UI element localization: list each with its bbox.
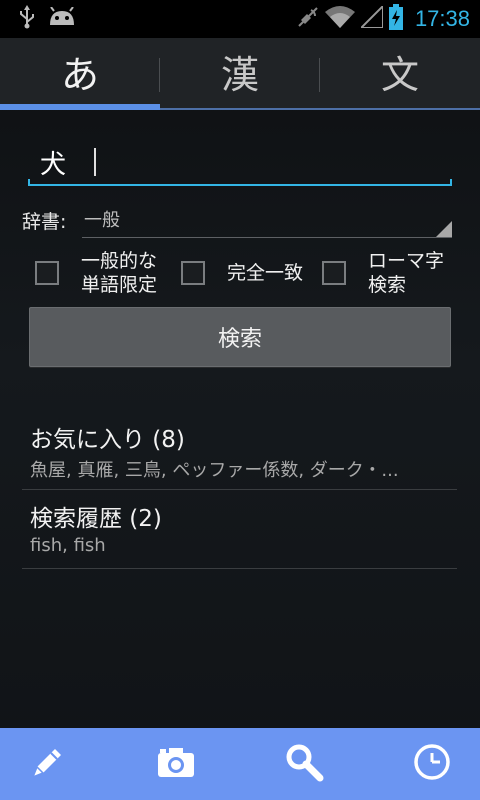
spinner-arrow-icon [436, 221, 452, 237]
dictionary-value: 一般 [84, 210, 120, 231]
camera-button[interactable] [154, 742, 198, 786]
usb-icon [18, 5, 36, 33]
favorites-preview: 魚屋, 真雁, 三鳥, ペッファー係数, ダーク・... [30, 460, 399, 481]
camera-icon [156, 745, 196, 783]
clock-icon [413, 743, 451, 785]
android-icon [48, 6, 76, 31]
tab-kanji[interactable]: 漢 [160, 38, 320, 110]
tab-sentence[interactable]: 文 [320, 38, 480, 110]
tab-indicator [160, 108, 320, 110]
romaji-search-label-line1: ローマ字 [368, 250, 445, 272]
exact-match-label: 完全一致 [227, 262, 304, 284]
bottom-action-bar [0, 728, 480, 800]
common-words-label-line2: 単語限定 [81, 274, 158, 296]
favorites-title: お気に入り (8) [30, 427, 185, 453]
search-icon [284, 742, 324, 786]
tab-indicator [0, 104, 160, 110]
options-row: 一般的な 単語限定 完全一致 ローマ字 検索 [0, 245, 480, 301]
history-title: 検索履歴 (2) [30, 506, 162, 532]
search-field[interactable] [28, 140, 452, 188]
dictionary-row: 辞書: 一般 [22, 202, 452, 238]
handwriting-button[interactable] [26, 742, 70, 786]
mute-icon [297, 6, 319, 32]
tab-label: 漢 [220, 52, 259, 97]
signal-icon [358, 3, 384, 32]
romaji-search-label-line2: 検索 [368, 274, 407, 296]
status-clock: 17:38 [414, 6, 470, 31]
tab-label: あ [60, 52, 99, 97]
common-words-checkbox[interactable] [35, 261, 59, 285]
common-words-label-line1: 一般的な [81, 250, 158, 272]
favorites-item[interactable]: お気に入り (8) 魚屋, 真雁, 三鳥, ペッファー係数, ダーク・... [22, 410, 457, 490]
dictionary-spinner[interactable]: 一般 [82, 202, 452, 238]
search-action-button[interactable] [282, 742, 326, 786]
dictionary-label: 辞書: [22, 210, 67, 233]
status-bar: 17:38 [0, 0, 480, 38]
exact-match-checkbox[interactable] [181, 261, 205, 285]
pencil-icon [29, 743, 67, 785]
search-button[interactable]: 検索 [29, 307, 451, 367]
tab-bar: あ 漢 文 [0, 38, 480, 110]
tab-hiragana[interactable]: あ [0, 38, 160, 110]
romaji-search-checkbox[interactable] [322, 261, 346, 285]
search-input[interactable] [28, 140, 452, 184]
history-button[interactable] [410, 742, 454, 786]
tab-label: 文 [380, 52, 419, 97]
input-underline [28, 179, 452, 186]
battery-charging-icon [388, 4, 403, 34]
history-preview: fish, fish [30, 535, 106, 556]
tab-indicator [320, 108, 480, 110]
text-caret [94, 148, 96, 176]
history-item[interactable]: 検索履歴 (2) fish, fish [22, 489, 457, 569]
wifi-icon [324, 6, 355, 32]
